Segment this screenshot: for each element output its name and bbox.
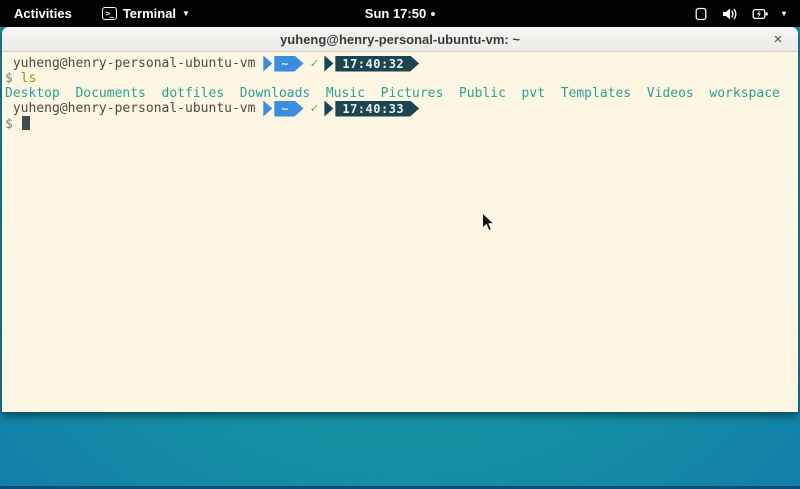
chevron-down-icon: ▼: [182, 10, 190, 18]
close-button[interactable]: ×: [767, 28, 789, 50]
prompt-line: yuheng@henry-personal-ubuntu-vm ~ ✓ 17:4…: [5, 101, 795, 116]
title-bar[interactable]: yuheng@henry-personal-ubuntu-vm: ~ ×: [2, 27, 798, 52]
command-line: $ ls: [5, 71, 795, 86]
clock-button[interactable]: Sun 17:50: [365, 6, 435, 21]
prompt-symbol: $: [5, 71, 13, 86]
time-segment: 17:40:33: [335, 101, 419, 117]
chevron-down-icon: ▾: [782, 10, 786, 18]
top-bar-left: Activities >_ Terminal ▼: [0, 6, 190, 21]
powerline-arrow-icon: [324, 56, 333, 72]
close-icon: ×: [774, 31, 783, 48]
cwd-segment: ~: [274, 101, 303, 117]
prompt-host: yuheng@henry-personal-ubuntu-vm: [5, 56, 263, 71]
prompt-host-text: yuheng@henry-personal-ubuntu-vm: [13, 101, 256, 116]
success-check-icon: ✓: [311, 56, 319, 71]
time-segment: 17:40:32: [335, 56, 419, 72]
top-bar: Activities >_ Terminal ▼ Sun 17:50 ▾: [0, 0, 800, 27]
prompt-host-text: yuheng@henry-personal-ubuntu-vm: [13, 56, 256, 71]
prompt-line: yuheng@henry-personal-ubuntu-vm ~ ✓ 17:4…: [5, 56, 795, 71]
activities-button[interactable]: Activities: [10, 6, 76, 21]
battery-charging-icon: [752, 7, 769, 21]
command-text: ls: [21, 71, 37, 86]
notification-dot-icon: [431, 12, 435, 16]
prompt-symbol: $: [5, 117, 13, 132]
app-menu-label: Terminal: [123, 6, 176, 21]
clock-label: Sun 17:50: [365, 6, 426, 21]
cwd-segment: ~: [274, 56, 303, 72]
text-cursor: [22, 116, 30, 130]
input-line[interactable]: $: [5, 116, 795, 131]
terminal-icon: >_: [102, 7, 117, 20]
window-title: yuheng@henry-personal-ubuntu-vm: ~: [280, 32, 520, 47]
powerline-arrow-icon: [263, 56, 272, 72]
success-check-icon: ✓: [311, 101, 319, 116]
terminal-content[interactable]: yuheng@henry-personal-ubuntu-vm ~ ✓ 17:4…: [2, 52, 798, 411]
powerline-arrow-icon: [263, 101, 272, 117]
terminal-window: yuheng@henry-personal-ubuntu-vm: ~ × yuh…: [2, 27, 798, 412]
system-status-menu[interactable]: ▾: [693, 7, 800, 21]
volume-icon: [722, 7, 739, 21]
powerline-arrow-icon: [324, 101, 333, 117]
ls-output: Desktop Documents dotfiles Downloads Mus…: [5, 86, 795, 101]
prompt-host: yuheng@henry-personal-ubuntu-vm: [5, 101, 263, 116]
terminal-app-menu[interactable]: >_ Terminal ▼: [102, 6, 190, 21]
display-icon: [693, 7, 709, 21]
